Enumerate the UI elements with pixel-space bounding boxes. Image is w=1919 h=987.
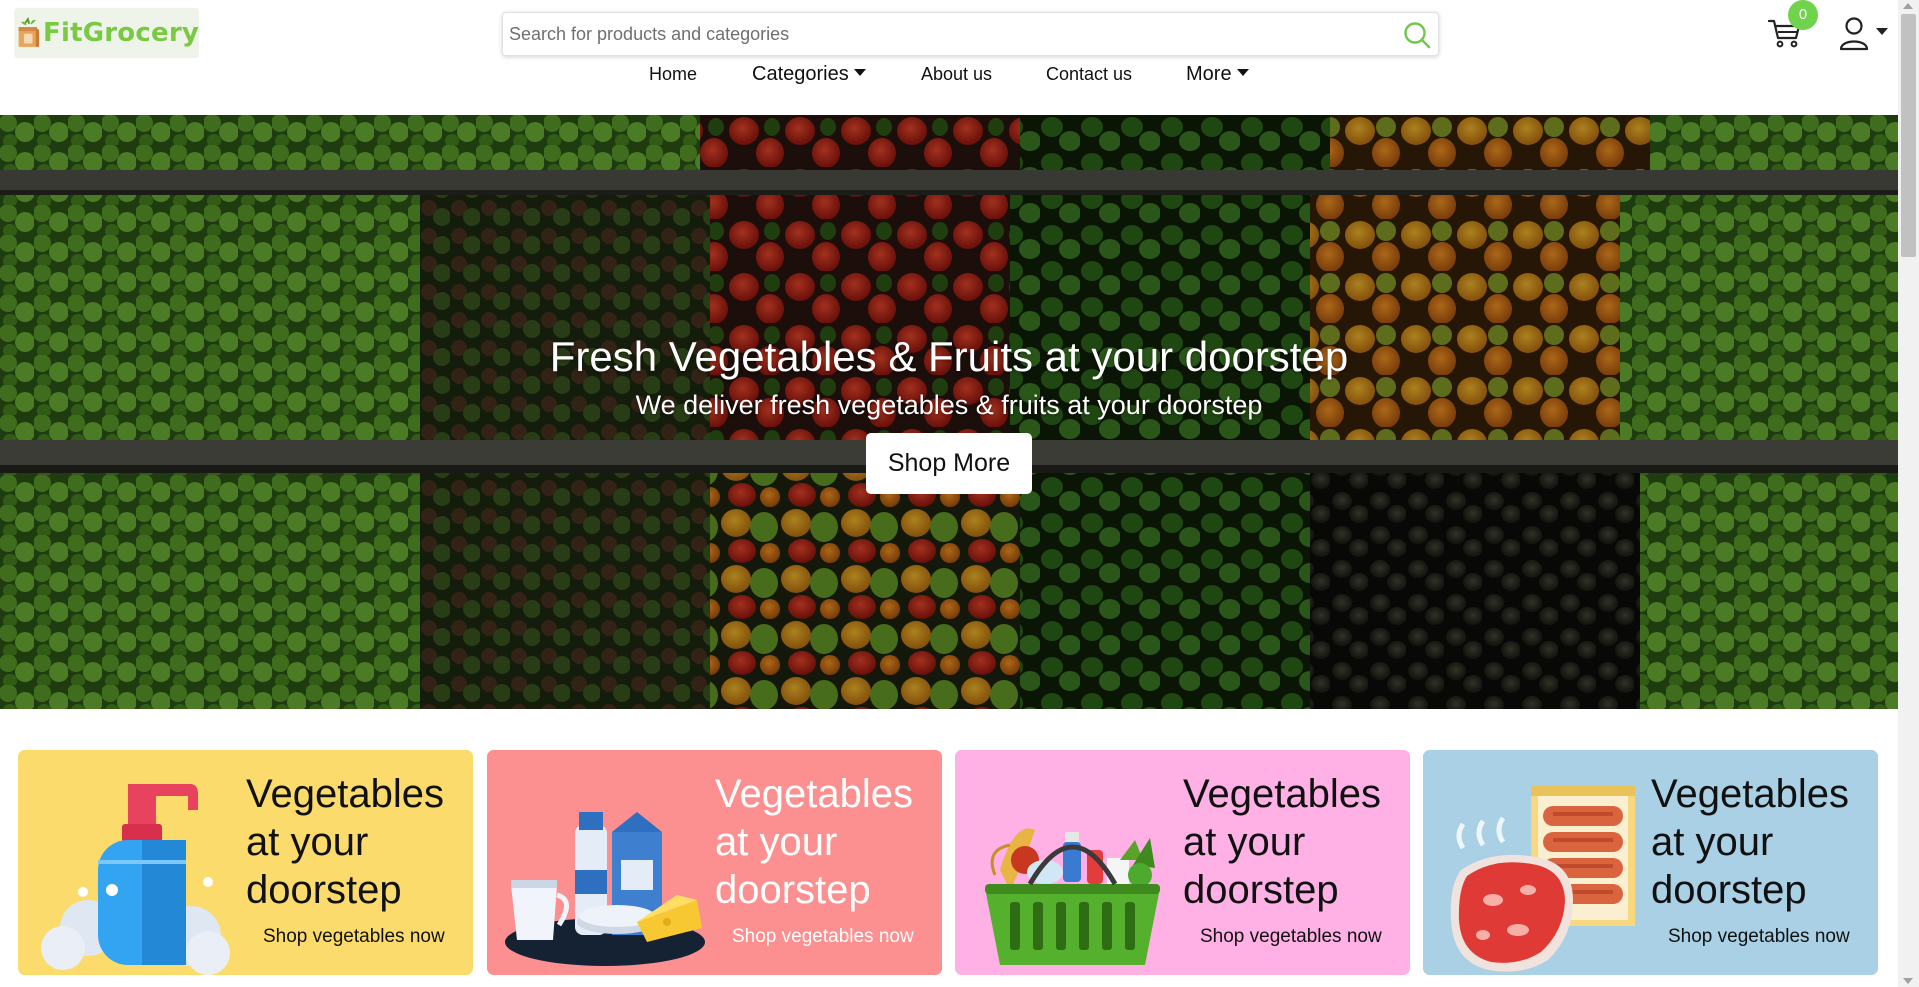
- hero-title: Fresh Vegetables & Fruits at your doorst…: [549, 333, 1349, 380]
- hero-banner: Fresh Vegetables & Fruits at your doorst…: [0, 115, 1898, 709]
- scroll-down-arrow-icon[interactable]: [1903, 978, 1913, 984]
- nav-categories-dropdown[interactable]: Categories: [752, 63, 866, 86]
- category-card-title: Vegetables at your doorstep: [1183, 772, 1381, 912]
- caret-down-icon: [853, 69, 866, 77]
- category-card-title: Vegetables at your doorstep: [246, 772, 444, 912]
- nav-contact[interactable]: Contact us: [1046, 64, 1132, 85]
- hero-subtitle: We deliver fresh vegetables & fruits at …: [635, 390, 1263, 420]
- category-card-4[interactable]: Vegetables at your doorstep Shop vegetab…: [1423, 750, 1878, 975]
- page-scrollbar[interactable]: [1898, 0, 1919, 987]
- site-header: FitGrocery Home Categories About us Cont…: [0, 0, 1898, 115]
- category-card-title: Vegetables at your doorstep: [1651, 772, 1849, 912]
- grocery-bag-logo-icon: [18, 16, 40, 47]
- category-card-link[interactable]: Shop vegetables now: [1668, 926, 1850, 948]
- search-bar: [502, 12, 1439, 56]
- scrollbar-thumb[interactable]: [1901, 14, 1916, 257]
- category-card-link[interactable]: Shop vegetables now: [263, 926, 445, 948]
- shop-more-button[interactable]: Shop More: [866, 433, 1032, 494]
- brand-name: FitGrocery: [43, 18, 199, 48]
- cart-count-badge: 0: [1788, 0, 1818, 30]
- nav-about[interactable]: About us: [921, 64, 992, 85]
- category-card-2[interactable]: Vegetables at your doorstep Shop vegetab…: [487, 750, 942, 975]
- category-card-title: Vegetables at your doorstep: [715, 772, 913, 912]
- main-nav: Home Categories About us Contact us More: [0, 63, 1898, 104]
- nav-more-label: More: [1186, 63, 1232, 85]
- category-card-link[interactable]: Shop vegetables now: [732, 926, 914, 948]
- nav-categories-label: Categories: [752, 63, 849, 85]
- caret-down-icon: [1876, 28, 1888, 35]
- nav-more-dropdown[interactable]: More: [1186, 63, 1249, 86]
- user-account-icon[interactable]: [1836, 16, 1896, 52]
- brand-logo[interactable]: FitGrocery: [14, 8, 199, 58]
- search-icon[interactable]: [1402, 20, 1432, 50]
- category-card-link[interactable]: Shop vegetables now: [1200, 926, 1382, 948]
- search-input[interactable]: [509, 13, 1389, 55]
- caret-down-icon: [1236, 69, 1249, 77]
- scroll-up-arrow-icon[interactable]: [1903, 3, 1913, 9]
- category-card-3[interactable]: Vegetables at your doorstep Shop vegetab…: [955, 750, 1410, 975]
- nav-home[interactable]: Home: [649, 64, 697, 85]
- category-card-1[interactable]: Vegetables at your doorstep Shop vegetab…: [18, 750, 473, 975]
